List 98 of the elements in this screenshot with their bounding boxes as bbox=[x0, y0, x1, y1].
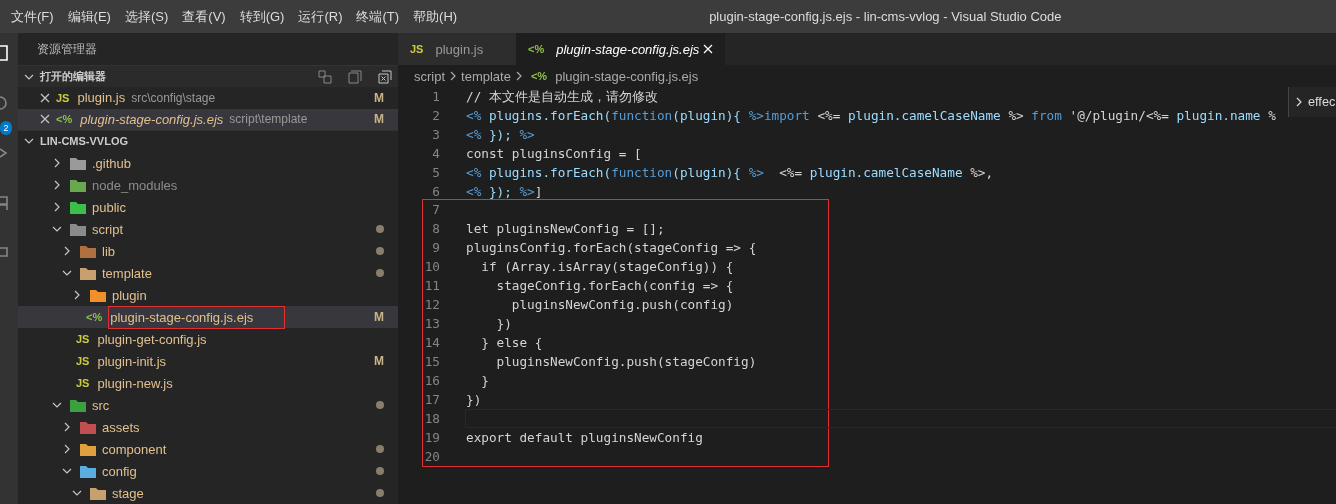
line-number: 15 bbox=[423, 353, 440, 371]
chevron-right-icon bbox=[449, 71, 458, 81]
sidebar-title: 资源管理器 bbox=[36, 41, 98, 58]
notification-badge: 2 bbox=[0, 121, 12, 135]
tree-item[interactable]: <% plugin-stage-config.js.ejs M bbox=[18, 306, 398, 328]
breadcrumb-item[interactable]: template bbox=[461, 68, 511, 84]
line-number: 6 bbox=[431, 183, 440, 201]
tree-item[interactable]: plugin bbox=[18, 284, 398, 306]
code-line: }) bbox=[495, 315, 512, 333]
file-name: plugin-stage-config.js.ejs bbox=[80, 111, 224, 127]
code-line: } else { bbox=[480, 334, 543, 352]
new-file-icon[interactable] bbox=[318, 69, 332, 84]
code-line: <% }); %> bbox=[466, 126, 535, 144]
line-number: 14 bbox=[423, 334, 440, 352]
suggestion-widget[interactable]: effec bbox=[1288, 87, 1336, 117]
code-line: }) bbox=[466, 391, 482, 409]
tree-item[interactable]: JS plugin-init.js M bbox=[18, 350, 398, 372]
code-line: // 本文件是自动生成，请勿修改 bbox=[466, 88, 658, 106]
file-path: src\config\stage bbox=[131, 90, 216, 105]
file-path: script\template bbox=[229, 112, 308, 127]
file-name: plugin.js bbox=[77, 90, 126, 106]
line-number: 17 bbox=[423, 391, 440, 409]
tree-item[interactable]: template bbox=[18, 262, 398, 284]
menu-item[interactable]: 编辑(E) bbox=[60, 4, 118, 29]
line-number: 11 bbox=[423, 277, 440, 295]
git-status: M bbox=[374, 354, 385, 368]
line-number: 20 bbox=[423, 448, 440, 466]
breadcrumb-item[interactable]: plugin-stage-config.js.ejs bbox=[555, 68, 699, 84]
file-type-icon: JS bbox=[76, 355, 90, 367]
code-line: const pluginsConfig = [ bbox=[466, 145, 642, 163]
chevron-right-icon bbox=[1295, 97, 1303, 107]
menu-item[interactable]: 文件(F) bbox=[4, 4, 61, 29]
save-all-icon[interactable] bbox=[348, 69, 362, 84]
code-line: pluginsNewConfig.push(config) bbox=[510, 296, 734, 314]
git-status: M bbox=[374, 310, 385, 324]
tree-item[interactable]: component bbox=[18, 438, 398, 460]
code-line: <% }); %>] bbox=[466, 183, 543, 201]
file-type-icon: JS bbox=[56, 91, 70, 104]
line-number: 9 bbox=[431, 239, 440, 257]
tree-item[interactable]: JS plugin-get-config.js bbox=[18, 328, 398, 350]
line-number: 4 bbox=[431, 145, 440, 163]
tree-item[interactable]: script bbox=[18, 218, 398, 240]
tree-item[interactable]: public bbox=[18, 196, 398, 218]
section-title[interactable]: LIN-CMS-VVLOG bbox=[40, 135, 128, 148]
menu-item[interactable]: 转到(G) bbox=[232, 4, 292, 29]
file-type-icon: JS bbox=[76, 377, 90, 389]
menu-item[interactable]: 运行(R) bbox=[291, 4, 350, 29]
git-status: M bbox=[374, 90, 385, 105]
file-type-icon: <% bbox=[530, 70, 548, 82]
line-number: 1 bbox=[431, 88, 440, 106]
file-type-icon: JS bbox=[76, 333, 90, 345]
file-type-icon: <% bbox=[56, 113, 73, 126]
widget-text: effec bbox=[1308, 95, 1336, 109]
code-line: if (Array.isArray(stageConfig)) { bbox=[480, 258, 734, 276]
code-line: <% plugins.forEach(function(plugin){ %> <%= plugin.camelCaseName %>, bbox=[466, 164, 994, 182]
code-line: pluginsNewConfig.push(stageConfig) bbox=[495, 353, 757, 371]
line-number: 8 bbox=[431, 220, 440, 238]
line-number: 2 bbox=[431, 107, 440, 125]
open-editor-item[interactable]: <% plugin-stage-config.js.ejs script\template M bbox=[18, 108, 398, 130]
tree-item[interactable]: .github bbox=[18, 152, 398, 174]
window-title: plugin-stage-config.js.ejs - lin-cms-vvlog - Visual Studio Code bbox=[709, 9, 1062, 24]
editor-tab[interactable]: <% plugin-stage-config.js.ejs bbox=[516, 33, 726, 65]
line-number: 12 bbox=[423, 296, 440, 314]
tree-item[interactable]: lib bbox=[18, 240, 398, 262]
close-all-icon[interactable] bbox=[378, 69, 392, 84]
code-line: } bbox=[480, 372, 489, 390]
line-number: 5 bbox=[431, 164, 440, 182]
code-line: pluginsConfig.forEach(stageConfig => { bbox=[466, 239, 757, 257]
close-icon[interactable] bbox=[40, 114, 50, 125]
code-line: stageConfig.forEach(config => { bbox=[495, 277, 734, 295]
git-status: M bbox=[374, 112, 385, 127]
line-number: 13 bbox=[423, 315, 440, 333]
menu-item[interactable]: 帮助(H) bbox=[406, 4, 465, 29]
line-number: 7 bbox=[431, 201, 440, 219]
tree-item[interactable]: stage bbox=[18, 482, 398, 504]
line-number: 10 bbox=[423, 258, 440, 276]
file-type-icon: <% bbox=[86, 311, 103, 323]
breadcrumb-item[interactable]: script bbox=[414, 68, 446, 84]
line-number: 16 bbox=[423, 372, 440, 390]
code-line: let pluginsNewConfig = []; bbox=[466, 220, 665, 238]
open-editor-item[interactable]: JS plugin.js src\config\stage M bbox=[18, 87, 398, 109]
tree-item[interactable]: JS plugin-new.js bbox=[18, 372, 398, 394]
code-line: export default pluginsNewConfig bbox=[466, 429, 703, 447]
line-number: 18 bbox=[423, 410, 440, 428]
tree-item[interactable]: node_modules bbox=[18, 174, 398, 196]
menu-item[interactable]: 查看(V) bbox=[175, 4, 233, 29]
tree-item[interactable]: config bbox=[18, 460, 398, 482]
line-number: 3 bbox=[431, 126, 440, 144]
tree-item[interactable]: src bbox=[18, 394, 398, 416]
chevron-right-icon bbox=[514, 71, 523, 81]
menu-item[interactable]: 选择(S) bbox=[117, 4, 176, 29]
code-line: <% plugins.forEach(function(plugin){ %>import <%= plugin.camelCaseName %> from '@/plugin/<%= plugin.name % bbox=[466, 107, 1276, 125]
section-title[interactable]: 打开的编辑器 bbox=[40, 69, 106, 85]
tree-item[interactable]: assets bbox=[18, 416, 398, 438]
line-number: 19 bbox=[423, 429, 440, 447]
editor-tab[interactable]: JS plugin.js bbox=[398, 33, 516, 65]
menu-item[interactable]: 终端(T) bbox=[349, 4, 407, 29]
close-icon[interactable] bbox=[40, 92, 50, 103]
